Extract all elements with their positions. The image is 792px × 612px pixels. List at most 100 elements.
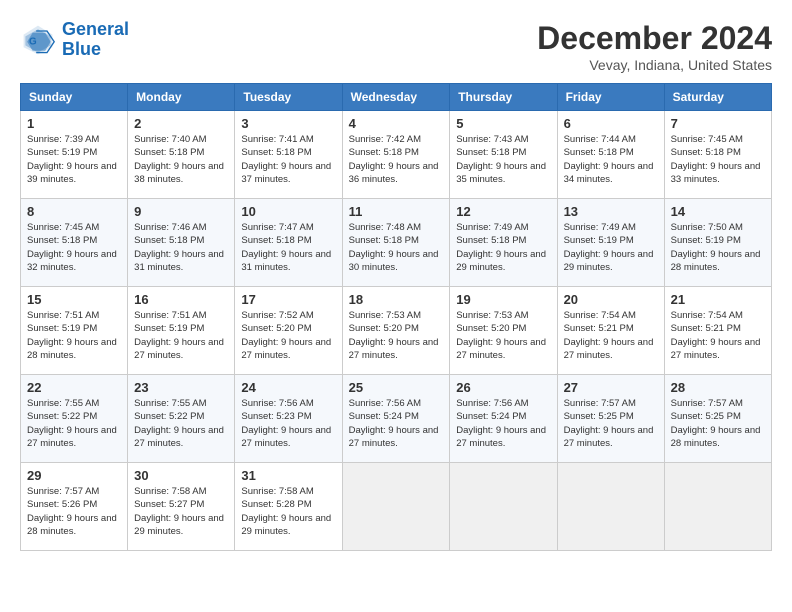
day-info: Sunrise: 7:42 AM Sunset: 5:18 PM Dayligh… bbox=[349, 133, 444, 186]
day-number: 16 bbox=[134, 292, 228, 307]
day-number: 21 bbox=[671, 292, 765, 307]
day-number: 31 bbox=[241, 468, 335, 483]
calendar-cell: 9 Sunrise: 7:46 AM Sunset: 5:18 PM Daylig… bbox=[128, 199, 235, 287]
calendar-cell: 6Sunrise: 7:44 AM Sunset: 5:18 PM Daylig… bbox=[557, 111, 664, 199]
day-number: 19 bbox=[456, 292, 550, 307]
calendar-cell: 5 Sunrise: 7:43 AM Sunset: 5:18 PM Daylig… bbox=[450, 111, 557, 199]
day-number: 10 bbox=[241, 204, 335, 219]
day-info: Sunrise: 7:55 AM Sunset: 5:22 PM Dayligh… bbox=[134, 397, 228, 450]
day-number: 13 bbox=[564, 204, 658, 219]
column-header-friday: Friday bbox=[557, 84, 664, 111]
calendar-cell: 2 Sunrise: 7:40 AM Sunset: 5:18 PM Daylig… bbox=[128, 111, 235, 199]
day-info: Sunrise: 7:51 AM Sunset: 5:19 PM Dayligh… bbox=[27, 309, 121, 362]
calendar-cell bbox=[342, 463, 450, 551]
day-info: Sunrise: 7:48 AM Sunset: 5:18 PM Dayligh… bbox=[349, 221, 444, 274]
day-info: Sunrise: 7:44 AM Sunset: 5:18 PM Dayligh… bbox=[564, 133, 658, 186]
day-info: Sunrise: 7:58 AM Sunset: 5:28 PM Dayligh… bbox=[241, 485, 335, 538]
day-info: Sunrise: 7:53 AM Sunset: 5:20 PM Dayligh… bbox=[349, 309, 444, 362]
day-number: 7 bbox=[671, 116, 765, 131]
day-info: Sunrise: 7:57 AM Sunset: 5:25 PM Dayligh… bbox=[564, 397, 658, 450]
calendar-cell: 29Sunrise: 7:57 AM Sunset: 5:26 PM Dayli… bbox=[21, 463, 128, 551]
day-number: 26 bbox=[456, 380, 550, 395]
day-number: 22 bbox=[27, 380, 121, 395]
week-row-4: 22 Sunrise: 7:55 AM Sunset: 5:22 PM Dayli… bbox=[21, 375, 772, 463]
logo-line1: General bbox=[62, 19, 129, 39]
month-title: December 2024 bbox=[537, 20, 772, 57]
day-number: 24 bbox=[241, 380, 335, 395]
day-number: 18 bbox=[349, 292, 444, 307]
logo-line2: Blue bbox=[62, 39, 101, 59]
calendar-cell: 11Sunrise: 7:48 AM Sunset: 5:18 PM Dayli… bbox=[342, 199, 450, 287]
day-info: Sunrise: 7:57 AM Sunset: 5:25 PM Dayligh… bbox=[671, 397, 765, 450]
title-area: December 2024 Vevay, Indiana, United Sta… bbox=[537, 20, 772, 73]
calendar-header-row: SundayMondayTuesdayWednesdayThursdayFrid… bbox=[21, 84, 772, 111]
calendar-table: SundayMondayTuesdayWednesdayThursdayFrid… bbox=[20, 83, 772, 551]
day-number: 23 bbox=[134, 380, 228, 395]
calendar-cell: 24 Sunrise: 7:56 AM Sunset: 5:23 PM Dayli… bbox=[235, 375, 342, 463]
day-number: 1 bbox=[27, 116, 121, 131]
calendar-cell: 15 Sunrise: 7:51 AM Sunset: 5:19 PM Dayli… bbox=[21, 287, 128, 375]
calendar-cell bbox=[557, 463, 664, 551]
day-info: Sunrise: 7:41 AM Sunset: 5:18 PM Dayligh… bbox=[241, 133, 335, 186]
logo-text: General Blue bbox=[62, 20, 129, 60]
day-number: 30 bbox=[134, 468, 228, 483]
day-info: Sunrise: 7:56 AM Sunset: 5:24 PM Dayligh… bbox=[456, 397, 550, 450]
day-number: 25 bbox=[349, 380, 444, 395]
calendar-cell: 14Sunrise: 7:50 AM Sunset: 5:19 PM Dayli… bbox=[664, 199, 771, 287]
day-info: Sunrise: 7:54 AM Sunset: 5:21 PM Dayligh… bbox=[564, 309, 658, 362]
day-number: 12 bbox=[456, 204, 550, 219]
calendar-cell: 25Sunrise: 7:56 AM Sunset: 5:24 PM Dayli… bbox=[342, 375, 450, 463]
day-info: Sunrise: 7:56 AM Sunset: 5:23 PM Dayligh… bbox=[241, 397, 335, 450]
column-header-thursday: Thursday bbox=[450, 84, 557, 111]
column-header-monday: Monday bbox=[128, 84, 235, 111]
location: Vevay, Indiana, United States bbox=[537, 57, 772, 73]
day-number: 9 bbox=[134, 204, 228, 219]
logo: G General Blue bbox=[20, 20, 129, 60]
calendar-cell: 26 Sunrise: 7:56 AM Sunset: 5:24 PM Dayli… bbox=[450, 375, 557, 463]
day-info: Sunrise: 7:58 AM Sunset: 5:27 PM Dayligh… bbox=[134, 485, 228, 538]
day-number: 14 bbox=[671, 204, 765, 219]
day-number: 3 bbox=[241, 116, 335, 131]
week-row-1: 1 Sunrise: 7:39 AM Sunset: 5:19 PM Daylig… bbox=[21, 111, 772, 199]
calendar-cell: 19Sunrise: 7:53 AM Sunset: 5:20 PM Dayli… bbox=[450, 287, 557, 375]
day-info: Sunrise: 7:43 AM Sunset: 5:18 PM Dayligh… bbox=[456, 133, 550, 186]
calendar-cell: 21Sunrise: 7:54 AM Sunset: 5:21 PM Dayli… bbox=[664, 287, 771, 375]
day-number: 27 bbox=[564, 380, 658, 395]
day-info: Sunrise: 7:39 AM Sunset: 5:19 PM Dayligh… bbox=[27, 133, 121, 186]
calendar-cell: 20 Sunrise: 7:54 AM Sunset: 5:21 PM Dayli… bbox=[557, 287, 664, 375]
day-info: Sunrise: 7:51 AM Sunset: 5:19 PM Dayligh… bbox=[134, 309, 228, 362]
calendar-cell: 7 Sunrise: 7:45 AM Sunset: 5:18 PM Daylig… bbox=[664, 111, 771, 199]
svg-text:G: G bbox=[29, 36, 37, 47]
calendar-cell: 18 Sunrise: 7:53 AM Sunset: 5:20 PM Dayli… bbox=[342, 287, 450, 375]
week-row-5: 29Sunrise: 7:57 AM Sunset: 5:26 PM Dayli… bbox=[21, 463, 772, 551]
day-info: Sunrise: 7:49 AM Sunset: 5:19 PM Dayligh… bbox=[564, 221, 658, 274]
day-info: Sunrise: 7:45 AM Sunset: 5:18 PM Dayligh… bbox=[671, 133, 765, 186]
day-info: Sunrise: 7:49 AM Sunset: 5:18 PM Dayligh… bbox=[456, 221, 550, 274]
day-number: 2 bbox=[134, 116, 228, 131]
column-header-sunday: Sunday bbox=[21, 84, 128, 111]
day-number: 15 bbox=[27, 292, 121, 307]
day-info: Sunrise: 7:47 AM Sunset: 5:18 PM Dayligh… bbox=[241, 221, 335, 274]
logo-icon: G bbox=[20, 22, 56, 58]
day-info: Sunrise: 7:57 AM Sunset: 5:26 PM Dayligh… bbox=[27, 485, 121, 538]
calendar-cell: 30 Sunrise: 7:58 AM Sunset: 5:27 PM Dayli… bbox=[128, 463, 235, 551]
calendar-cell: 10 Sunrise: 7:47 AM Sunset: 5:18 PM Dayli… bbox=[235, 199, 342, 287]
calendar-cell: 8Sunrise: 7:45 AM Sunset: 5:18 PM Daylig… bbox=[21, 199, 128, 287]
day-info: Sunrise: 7:40 AM Sunset: 5:18 PM Dayligh… bbox=[134, 133, 228, 186]
day-info: Sunrise: 7:46 AM Sunset: 5:18 PM Dayligh… bbox=[134, 221, 228, 274]
week-row-2: 8Sunrise: 7:45 AM Sunset: 5:18 PM Daylig… bbox=[21, 199, 772, 287]
calendar-cell: 13 Sunrise: 7:49 AM Sunset: 5:19 PM Dayli… bbox=[557, 199, 664, 287]
day-number: 20 bbox=[564, 292, 658, 307]
calendar-cell: 16 Sunrise: 7:51 AM Sunset: 5:19 PM Dayli… bbox=[128, 287, 235, 375]
day-number: 28 bbox=[671, 380, 765, 395]
calendar-cell: 3 Sunrise: 7:41 AM Sunset: 5:18 PM Daylig… bbox=[235, 111, 342, 199]
calendar-cell: 17 Sunrise: 7:52 AM Sunset: 5:20 PM Dayli… bbox=[235, 287, 342, 375]
day-number: 17 bbox=[241, 292, 335, 307]
calendar-cell bbox=[450, 463, 557, 551]
day-info: Sunrise: 7:52 AM Sunset: 5:20 PM Dayligh… bbox=[241, 309, 335, 362]
calendar-cell: 27 Sunrise: 7:57 AM Sunset: 5:25 PM Dayli… bbox=[557, 375, 664, 463]
column-header-saturday: Saturday bbox=[664, 84, 771, 111]
day-number: 4 bbox=[349, 116, 444, 131]
day-number: 5 bbox=[456, 116, 550, 131]
calendar-cell: 31 Sunrise: 7:58 AM Sunset: 5:28 PM Dayli… bbox=[235, 463, 342, 551]
